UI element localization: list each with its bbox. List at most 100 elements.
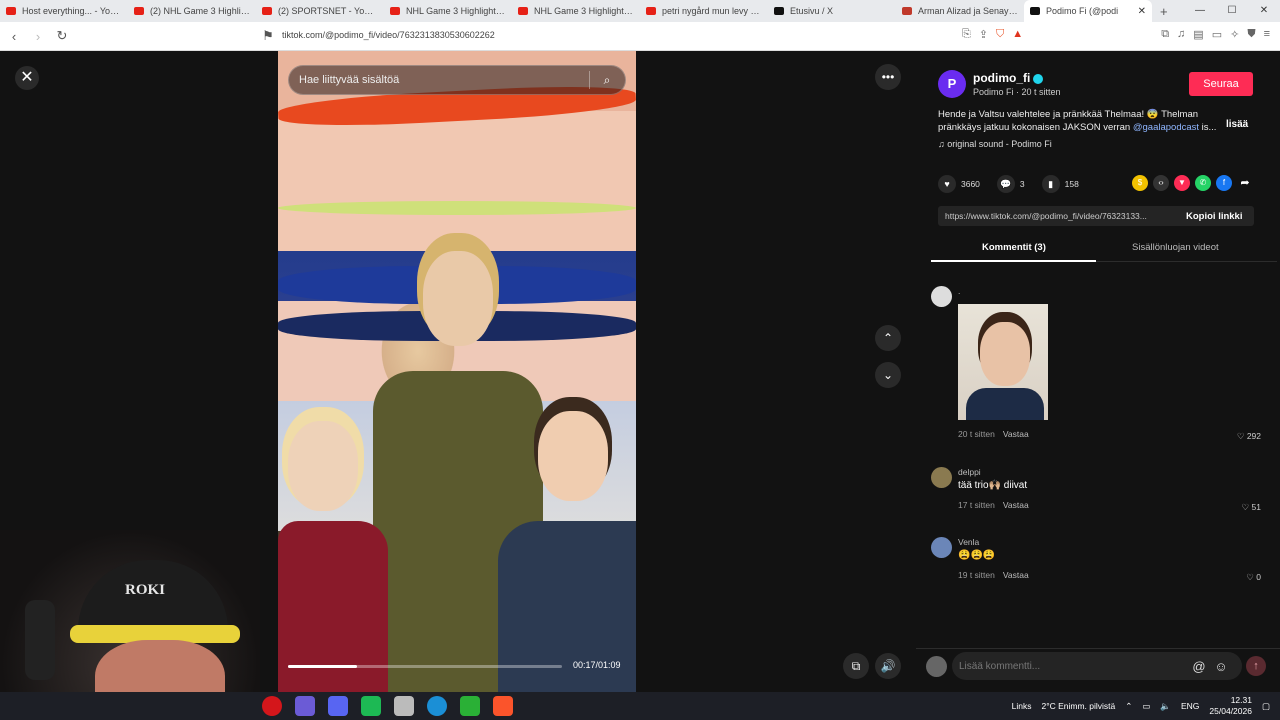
- comment-like[interactable]: ♡ 292: [1237, 431, 1261, 442]
- bookmark-icon[interactable]: ▮: [1041, 175, 1060, 193]
- spotify-icon[interactable]: [361, 696, 381, 716]
- browser-tab[interactable]: Arman Alizad ja Senay Co: [896, 0, 1024, 22]
- forward-icon[interactable]: ›: [28, 29, 48, 44]
- whatsapp-icon[interactable]: ✆: [1195, 175, 1211, 191]
- close-tab-icon[interactable]: ✕: [1138, 6, 1146, 17]
- cap-logo: ROKI: [125, 582, 166, 598]
- translate-icon[interactable]: ⎘: [962, 28, 971, 41]
- search-input[interactable]: [289, 74, 589, 86]
- comment-avatar[interactable]: [931, 467, 952, 488]
- tab-title: NHL Game 3 Highlights |...: [406, 6, 506, 16]
- browser-tab[interactable]: NHL Game 3 Highlights |...: [384, 0, 512, 22]
- edge-icon[interactable]: [427, 696, 447, 716]
- comment-image[interactable]: [958, 304, 1048, 420]
- follow-button[interactable]: Seuraa: [1189, 72, 1253, 96]
- sidebar-icon[interactable]: ▤: [1193, 28, 1203, 41]
- reload-icon[interactable]: ↻: [52, 28, 72, 44]
- video-player[interactable]: ⌕ 00:17/01:09: [278, 51, 636, 692]
- rewards-icon[interactable]: ▲: [1012, 28, 1023, 41]
- more-link[interactable]: lisää: [1226, 119, 1248, 130]
- save-count: 158: [1064, 179, 1079, 189]
- coin-icon[interactable]: $: [1132, 175, 1148, 191]
- back-icon[interactable]: ‹: [4, 29, 24, 44]
- close-window-button[interactable]: ✕: [1248, 0, 1280, 22]
- opera-icon[interactable]: [262, 696, 282, 716]
- mention-link[interactable]: @gaalapodcast: [1133, 122, 1199, 133]
- bookmark-icon[interactable]: ⚑: [258, 28, 278, 44]
- share-arrow-icon[interactable]: ➦: [1237, 175, 1253, 191]
- emoji-icon[interactable]: ☺: [1210, 659, 1232, 674]
- brave-shield-icon[interactable]: ⛉: [996, 28, 1004, 41]
- extensions-icon[interactable]: ⧉: [1161, 28, 1169, 41]
- reply-button[interactable]: Vastaa: [1003, 570, 1029, 580]
- comment-like[interactable]: ♡ 0: [1246, 572, 1261, 583]
- media-player-icon[interactable]: [460, 696, 480, 716]
- sound-link[interactable]: ♫ original sound - Podimo Fi: [938, 139, 1052, 149]
- speaker-icon[interactable]: 🔈: [1160, 701, 1171, 712]
- comment-author[interactable]: Venla: [958, 537, 979, 547]
- creator-avatar[interactable]: P: [938, 70, 966, 98]
- menu-icon[interactable]: ≡: [1264, 28, 1270, 41]
- vpn-icon[interactable]: ⛊: [1247, 28, 1255, 41]
- tab-favicon-icon: [390, 7, 400, 15]
- comment-icon[interactable]: 💬: [996, 175, 1015, 193]
- comment-author[interactable]: .: [958, 286, 960, 296]
- user-avatar[interactable]: [926, 656, 947, 677]
- browser-tab[interactable]: (2) SPORTSNET - YouTube: [256, 0, 384, 22]
- creator-username[interactable]: podimo_fi: [973, 71, 1044, 85]
- volume-icon[interactable]: 🔊: [875, 653, 901, 679]
- network-icon[interactable]: ▭: [1142, 701, 1150, 712]
- like-icon[interactable]: ♥: [938, 175, 956, 193]
- tab-favicon-icon: [774, 7, 784, 15]
- new-tab-button[interactable]: +: [1152, 4, 1176, 19]
- browser-tab[interactable]: petri nygård mun levy - Yo: [640, 0, 768, 22]
- browser-tab[interactable]: NHL Game 3 Highlights |...: [512, 0, 640, 22]
- pip-icon[interactable]: ⧉: [843, 653, 869, 679]
- minimize-button[interactable]: —: [1184, 0, 1216, 22]
- leo-icon[interactable]: ✧: [1230, 28, 1239, 41]
- reply-button[interactable]: Vastaa: [1003, 500, 1029, 510]
- more-options-icon[interactable]: •••: [875, 64, 901, 90]
- video-progress-bar[interactable]: [288, 665, 562, 668]
- search-icon[interactable]: ⌕: [590, 73, 624, 88]
- tab-comments[interactable]: Kommentit (3): [982, 242, 1046, 253]
- browser-tab[interactable]: Host everything... - YouTub: [0, 0, 128, 22]
- comment-like[interactable]: ♡ 51: [1242, 502, 1261, 513]
- maximize-button[interactable]: ☐: [1216, 0, 1248, 22]
- comment-author[interactable]: delppi: [958, 467, 981, 477]
- browser-tab[interactable]: Podimo Fi (@podi ✕: [1024, 0, 1152, 22]
- next-video-icon[interactable]: ⌄: [875, 362, 901, 388]
- share-icon[interactable]: ⇪: [979, 28, 988, 41]
- url-field[interactable]: tiktok.com/@podimo_fi/video/763231383053…: [282, 30, 495, 40]
- clock[interactable]: 12.31 25/04/2026: [1209, 695, 1252, 717]
- comment-input[interactable]: [952, 660, 1188, 672]
- wallet-icon[interactable]: ▭: [1212, 28, 1222, 41]
- mention-icon[interactable]: @: [1188, 659, 1210, 674]
- brave-icon[interactable]: [493, 696, 513, 716]
- facebook-icon[interactable]: f: [1216, 175, 1232, 191]
- post-link[interactable]: https://www.tiktok.com/@podimo_fi/video/…: [938, 211, 1178, 221]
- send-icon[interactable]: ▼: [1174, 175, 1190, 191]
- tab-favicon-icon: [902, 7, 912, 15]
- browser-tab[interactable]: (2) NHL Game 3 Highlight...: [128, 0, 256, 22]
- tab-creator-videos[interactable]: Sisällönluojan videot: [1132, 242, 1219, 253]
- notifications-icon[interactable]: ▢: [1262, 701, 1270, 712]
- description-end: is...: [1199, 122, 1217, 133]
- embed-icon[interactable]: ‹›: [1153, 175, 1169, 191]
- app-icon[interactable]: [295, 696, 315, 716]
- comment-avatar[interactable]: [931, 286, 952, 307]
- language-indicator[interactable]: ENG: [1181, 701, 1199, 711]
- comment-avatar[interactable]: [931, 537, 952, 558]
- tray-chevron-icon[interactable]: ⌃: [1125, 701, 1132, 712]
- copy-link-button[interactable]: Kopioi linkki: [1178, 211, 1242, 222]
- browser-tab[interactable]: Etusivu / X: [768, 0, 896, 22]
- links-toolbar[interactable]: Links: [1012, 701, 1032, 711]
- app-icon[interactable]: [394, 696, 414, 716]
- send-icon[interactable]: ↑: [1246, 656, 1266, 676]
- reply-button[interactable]: Vastaa: [1003, 429, 1029, 439]
- weather-widget[interactable]: 2°C Enimm. pilvistä: [1041, 701, 1115, 711]
- close-icon[interactable]: ✕: [15, 66, 39, 90]
- discord-icon[interactable]: [328, 696, 348, 716]
- previous-video-icon[interactable]: ⌃: [875, 325, 901, 351]
- music-icon[interactable]: ♫: [1177, 28, 1185, 41]
